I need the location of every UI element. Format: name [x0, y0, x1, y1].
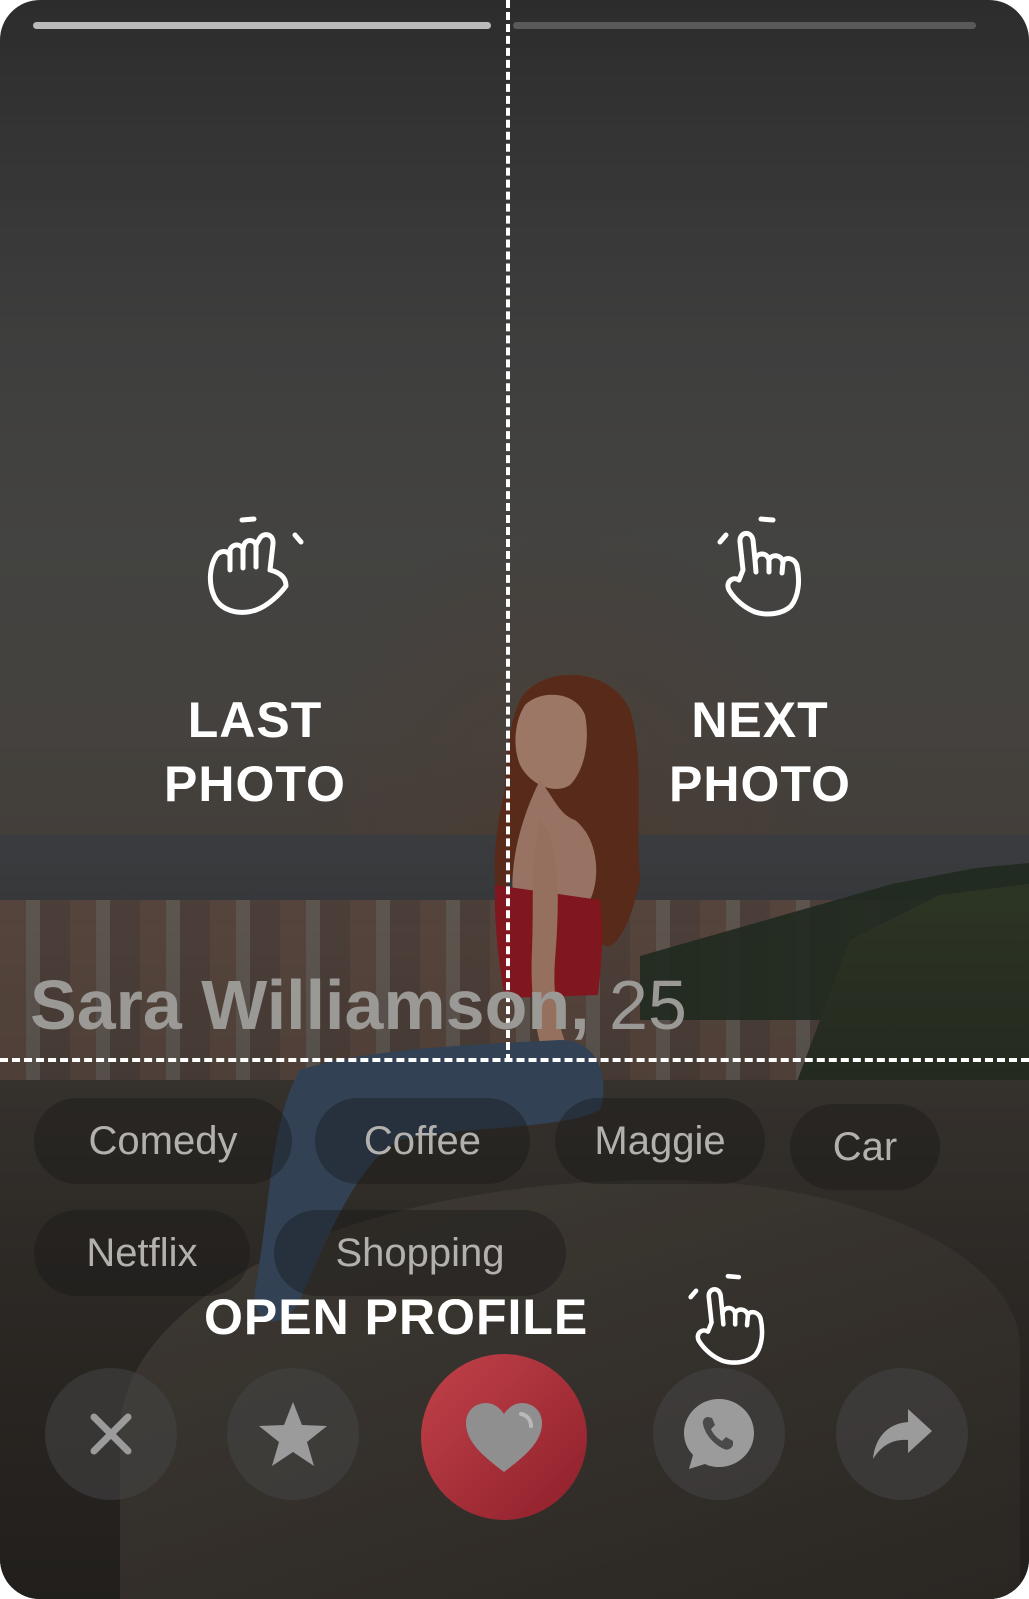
interest-tag[interactable]: Shopping	[274, 1210, 566, 1296]
interest-tag[interactable]: Coffee	[315, 1098, 530, 1184]
profile-name: Sara Williamson,	[30, 966, 590, 1044]
star-icon	[259, 1402, 327, 1466]
profile-name-age: Sara Williamson, 25	[30, 965, 687, 1045]
close-icon	[90, 1413, 132, 1455]
interest-tag[interactable]: Netflix	[34, 1210, 250, 1296]
phone-chat-icon	[684, 1399, 754, 1469]
last-photo-zone[interactable]: LAST PHOTO	[60, 510, 450, 816]
profile-card[interactable]: LAST PHOTO NEXT PHOTO Sara Williamson, 2…	[0, 0, 1029, 1599]
heart-icon	[466, 1403, 542, 1472]
last-photo-line2: PHOTO	[164, 756, 346, 812]
tap-hand-icon	[560, 510, 960, 620]
tap-hand-icon	[60, 510, 450, 620]
interest-tag[interactable]: Comedy	[34, 1098, 292, 1184]
interest-tag[interactable]: Car	[790, 1104, 940, 1190]
tap-hand-icon	[672, 1268, 782, 1372]
vertical-tap-divider	[506, 0, 510, 1062]
superlike-button[interactable]	[227, 1368, 359, 1500]
share-button[interactable]	[836, 1368, 968, 1500]
open-profile-label: OPEN PROFILE	[204, 1289, 589, 1345]
dislike-button[interactable]	[45, 1368, 177, 1500]
interest-tag[interactable]: Maggie	[555, 1098, 765, 1184]
next-photo-zone[interactable]: NEXT PHOTO	[560, 510, 960, 816]
photo-progress-inactive	[513, 22, 976, 29]
like-button[interactable]	[421, 1354, 587, 1520]
photo-progress-active	[33, 22, 491, 29]
profile-age: 25	[609, 966, 687, 1044]
horizontal-tap-divider	[0, 1058, 1029, 1062]
next-photo-line1: NEXT	[691, 692, 829, 748]
next-photo-line2: PHOTO	[669, 756, 851, 812]
share-arrow-icon	[873, 1409, 932, 1459]
call-button[interactable]	[653, 1368, 785, 1500]
action-bar	[0, 1354, 1029, 1520]
last-photo-line1: LAST	[187, 692, 323, 748]
